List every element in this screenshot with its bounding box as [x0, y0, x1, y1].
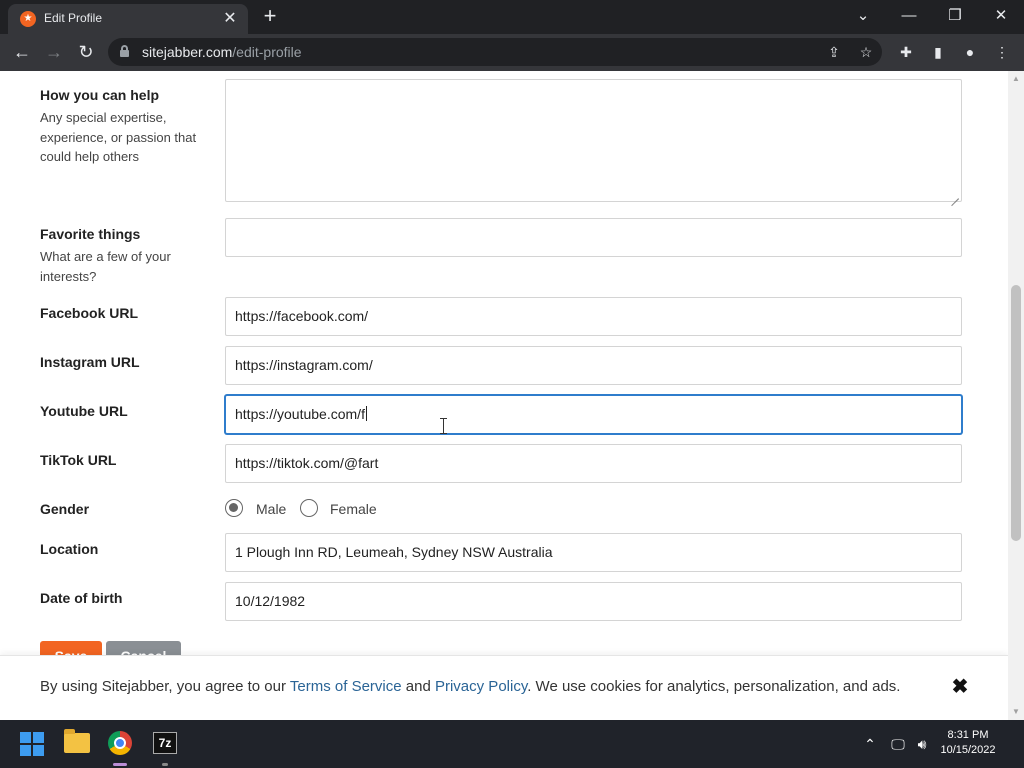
scroll-down-icon[interactable]: ▼ [1008, 705, 1024, 719]
close-tab-icon[interactable]: ✕ [220, 9, 240, 29]
file-explorer-icon[interactable] [64, 729, 90, 753]
tab-search-icon[interactable]: ⌄ [843, 4, 883, 28]
clock-time: 8:31 PM [947, 729, 989, 741]
location-label: Location [40, 541, 99, 557]
share-icon[interactable]: ⇪ [824, 42, 844, 62]
help-label: How you can help [40, 87, 160, 103]
extensions-icon[interactable]: ✚ [895, 41, 917, 63]
windows-start-icon[interactable] [20, 732, 44, 756]
dob-label: Date of birth [40, 590, 123, 606]
help-description: Any special expertise, experience, or pa… [40, 110, 197, 164]
lock-icon[interactable] [120, 45, 129, 57]
close-window-icon[interactable]: ✕ [981, 4, 1021, 28]
browser-toolbar: ← → ↻ sitejabber.com/edit-profile ⇪ ☆ ✚ … [0, 34, 1024, 71]
favorites-description: What are a few of your interests? [40, 249, 171, 284]
browser-tab[interactable]: ★ Edit Profile ✕ [8, 4, 248, 34]
favorites-input[interactable] [225, 218, 962, 257]
sitejabber-favicon-icon: ★ [20, 11, 36, 27]
reload-icon[interactable]: ↻ [73, 39, 99, 65]
clock-date: 10/15/2022 [940, 744, 996, 756]
minimize-icon[interactable]: — [889, 4, 929, 28]
instagram-label: Instagram URL [40, 354, 140, 370]
restore-icon[interactable]: ❐ [935, 4, 975, 28]
tiktok-url-input[interactable]: https://tiktok.com/@fart [225, 444, 962, 483]
scroll-thumb[interactable] [1011, 285, 1021, 541]
facebook-label: Facebook URL [40, 305, 139, 321]
active-app-indicator [113, 763, 127, 766]
volume-icon[interactable]: 🔊︎ [912, 734, 932, 754]
dob-input[interactable]: 10/12/1982 [225, 582, 962, 621]
terms-of-service-link[interactable]: Terms of Service [290, 678, 402, 695]
browser-tab-strip: ★ Edit Profile ✕ + ⌄ — ❐ ✕ [0, 0, 1024, 34]
gender-male-radio[interactable] [225, 499, 243, 517]
back-icon[interactable]: ← [9, 39, 35, 65]
running-app-indicator [162, 763, 168, 766]
favorites-label: Favorite things [40, 226, 141, 242]
cookie-consent-bar: By using Sitejabber, you agree to our Te… [0, 655, 1008, 720]
gender-label: Gender [40, 501, 90, 517]
show-hidden-icons-chevron-icon[interactable]: ⌃ [860, 734, 880, 754]
tab-title: Edit Profile [44, 11, 103, 25]
gender-male-label[interactable]: Male [256, 501, 286, 517]
bookmark-star-icon[interactable]: ☆ [856, 42, 876, 62]
page-viewport: How you can help Any special expertise, … [0, 71, 1008, 720]
network-icon[interactable]: 🖵 [888, 734, 908, 754]
system-clock[interactable]: 8:31 PM 10/15/2022 [938, 728, 998, 758]
new-tab-icon[interactable]: + [258, 5, 282, 29]
menu-kebab-icon[interactable]: ⋮ [991, 41, 1013, 63]
gender-female-label[interactable]: Female [330, 501, 377, 517]
side-panel-icon[interactable]: ▮ [927, 41, 949, 63]
youtube-label: Youtube URL [40, 403, 128, 419]
page-scrollbar[interactable]: ▲ ▼ [1008, 71, 1024, 720]
privacy-policy-link[interactable]: Privacy Policy [435, 678, 527, 695]
gender-female-radio[interactable] [300, 499, 318, 517]
cookie-message: By using Sitejabber, you agree to our Te… [40, 678, 901, 695]
chrome-icon[interactable] [108, 731, 132, 755]
resize-handle-icon[interactable] [951, 191, 959, 199]
forward-icon[interactable]: → [41, 39, 67, 65]
cookie-close-icon[interactable]: ✖ [950, 677, 970, 697]
address-bar[interactable]: sitejabber.com/edit-profile ⇪ ☆ [108, 38, 882, 66]
location-input[interactable]: 1 Plough Inn RD, Leumeah, Sydney NSW Aus… [225, 533, 962, 572]
scroll-up-icon[interactable]: ▲ [1008, 72, 1024, 86]
youtube-url-value: https://youtube.com/f [235, 406, 365, 422]
tiktok-label: TikTok URL [40, 452, 117, 468]
text-cursor-icon [440, 418, 447, 434]
facebook-url-input[interactable]: https://facebook.com/ [225, 297, 962, 336]
text-caret [365, 406, 367, 421]
windows-taskbar: 7z ⌃ 🖵 🔊︎ 8:31 PM 10/15/2022 [0, 720, 1024, 768]
profile-icon[interactable]: ● [959, 41, 981, 63]
instagram-url-input[interactable]: https://instagram.com/ [225, 346, 962, 385]
youtube-url-input[interactable]: https://youtube.com/f [225, 395, 962, 434]
help-textarea[interactable] [225, 79, 962, 202]
url-text[interactable]: sitejabber.com/edit-profile [142, 44, 302, 60]
7zip-icon[interactable]: 7z [153, 732, 177, 754]
